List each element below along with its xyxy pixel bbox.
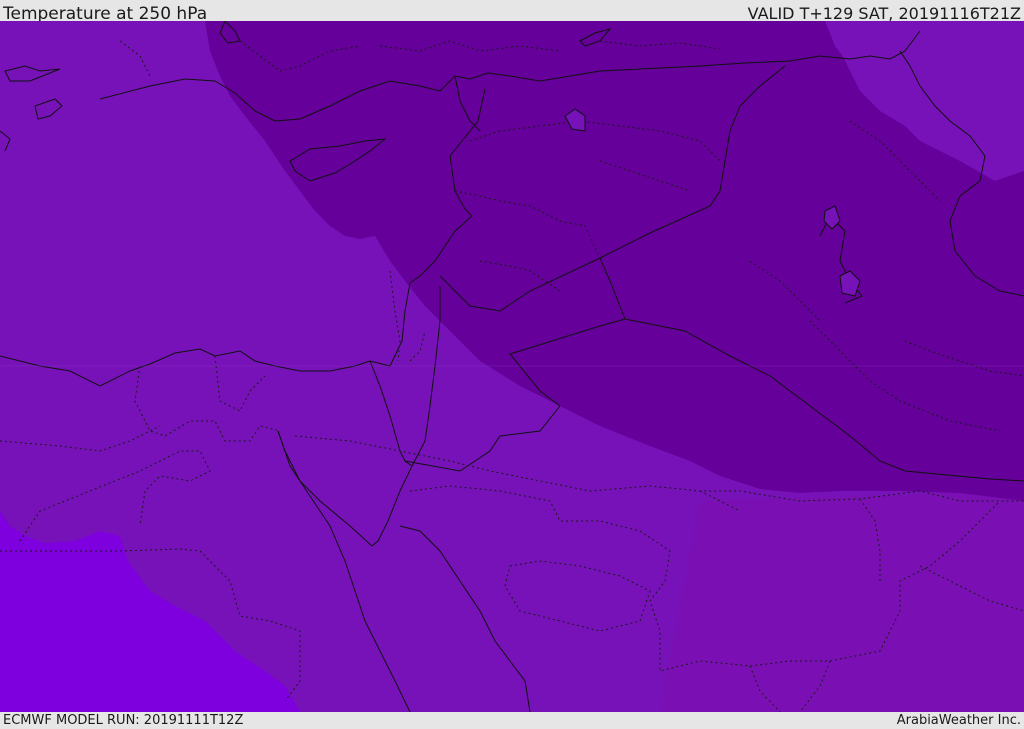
model-run-label: ECMWF MODEL RUN: 20191111T12Z bbox=[3, 713, 244, 728]
temperature-band-mid-east bbox=[660, 491, 1024, 712]
footer-bar: ECMWF MODEL RUN: 20191111T12Z ArabiaWeat… bbox=[0, 712, 1024, 729]
credit-label: ArabiaWeather Inc. bbox=[896, 713, 1021, 728]
header-bar: Temperature at 250 hPa VALID T+129 SAT, … bbox=[0, 0, 1024, 24]
map-canvas[interactable] bbox=[0, 21, 1024, 712]
temperature-map bbox=[0, 21, 1024, 712]
